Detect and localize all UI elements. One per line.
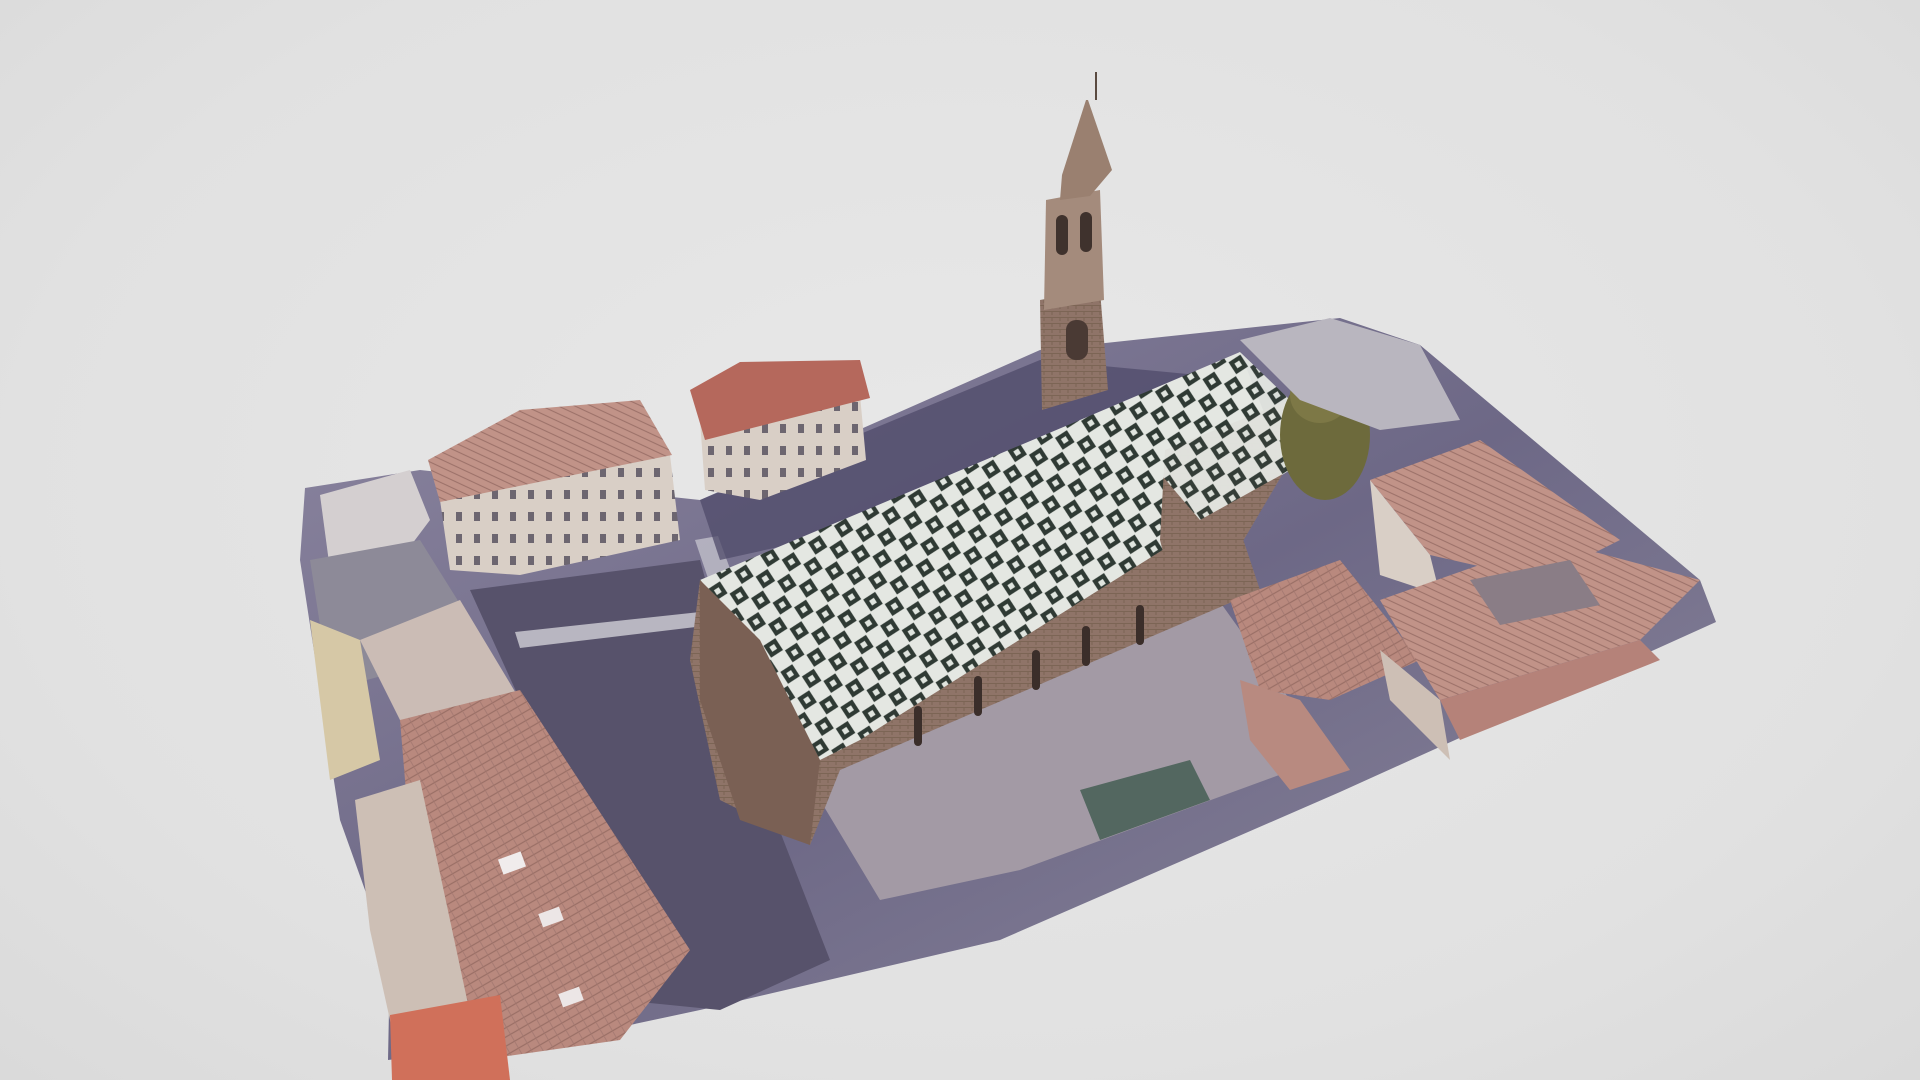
tower-window [1066,320,1088,360]
3d-model-canvas[interactable] [0,0,1920,1080]
bell-tower-spire [1060,100,1112,200]
3d-viewport[interactable] [0,0,1920,1080]
spire-tip [1095,72,1097,100]
bell-tower-belfry [1044,190,1104,310]
belfry-window [1056,215,1068,255]
belfry-window [1080,212,1092,252]
